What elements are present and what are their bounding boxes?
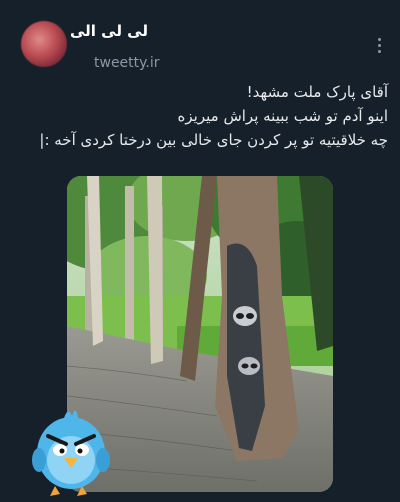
- tweet-text: آقای پارک ملت مشهد! اینو آدم تو شب ببینه…: [28, 80, 388, 152]
- more-vertical-icon[interactable]: [376, 38, 382, 53]
- tweet-text-line: اینو آدم تو شب ببینه پراش میریزه: [177, 107, 388, 125]
- author-handle[interactable]: tweetty.ir: [94, 55, 160, 71]
- tweet-text-line: آقای پارک ملت مشهد!: [246, 83, 388, 101]
- author-name[interactable]: لی لی الی: [70, 22, 148, 40]
- author-avatar[interactable]: [21, 21, 67, 67]
- angry-bird-sticker: [30, 398, 112, 498]
- tweet-text-line: چه خلاقیتیه تو پر کردن جای خالی بین درخت…: [39, 131, 388, 149]
